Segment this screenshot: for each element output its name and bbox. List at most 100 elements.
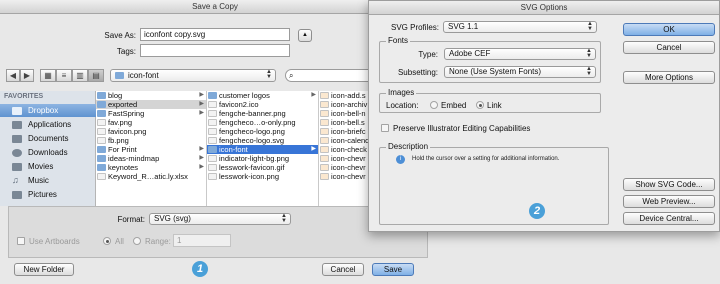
list-item[interactable]: keynotes ▶ bbox=[96, 163, 206, 172]
svg-file-icon bbox=[320, 101, 329, 108]
list-item[interactable]: fengcheco-logo.svg bbox=[207, 136, 318, 145]
forward-button[interactable]: ▶ bbox=[20, 69, 34, 82]
list-item[interactable]: indicator-light-bg.png bbox=[207, 154, 318, 163]
list-item[interactable]: ideas-mindmap ▶ bbox=[96, 154, 206, 163]
cancel-button[interactable]: Cancel bbox=[322, 263, 364, 276]
use-artboards-label: Use Artboards bbox=[29, 237, 80, 246]
file-icon bbox=[208, 155, 217, 162]
subsetting-value: None (Use System Fonts) bbox=[449, 67, 542, 76]
sidebar-item-applications[interactable]: Applications bbox=[0, 118, 96, 131]
web-preview-button[interactable]: Web Preview... bbox=[623, 195, 715, 208]
subsetting-popup[interactable]: None (Use System Fonts) ▲ ▼ bbox=[444, 66, 596, 78]
file-icon bbox=[208, 101, 217, 108]
sidebar-item-documents[interactable]: Documents bbox=[0, 132, 96, 145]
svg-profiles-value: SVG 1.1 bbox=[448, 22, 479, 31]
sidebar-item-movies[interactable]: Movies bbox=[0, 160, 96, 173]
new-folder-button[interactable]: New Folder bbox=[14, 263, 74, 276]
marker-badge-2: 2 bbox=[529, 203, 545, 219]
show-svg-code-button[interactable]: Show SVG Code... bbox=[623, 178, 715, 191]
location-label: icon-font bbox=[128, 71, 159, 80]
folder-icon bbox=[97, 110, 106, 117]
sidebar-header: FAVORITES bbox=[4, 93, 44, 100]
font-type-popup[interactable]: Adobe CEF ▲ ▼ bbox=[444, 48, 596, 60]
list-item[interactable]: fengcheco…o-only.png bbox=[207, 118, 318, 127]
sidebar-item-pictures[interactable]: Pictures bbox=[0, 188, 96, 201]
folder-icon bbox=[97, 155, 106, 162]
list-item[interactable]: Keyword_R…atic.ly.xlsx bbox=[96, 172, 206, 181]
preserve-editing-checkbox[interactable] bbox=[381, 124, 389, 132]
sidebar-item-label: Documents bbox=[28, 134, 69, 143]
chevron-right-icon: ▶ bbox=[199, 110, 204, 116]
back-button[interactable]: ◀ bbox=[6, 69, 20, 82]
font-type-value: Adobe CEF bbox=[449, 49, 491, 58]
save-as-field[interactable]: iconfont copy.svg bbox=[140, 28, 290, 41]
list-item[interactable]: lesswork-icon.png bbox=[207, 172, 318, 181]
list-item[interactable]: FastSpring ▶ bbox=[96, 109, 206, 118]
svg-profiles-popup[interactable]: SVG 1.1 ▲ ▼ bbox=[443, 21, 597, 33]
file-icon bbox=[208, 137, 217, 144]
location-label: Location: bbox=[386, 101, 419, 110]
list-item[interactable]: exported ▶ bbox=[96, 100, 206, 109]
images-group: Images Location: Embed Link bbox=[379, 88, 601, 113]
format-popup[interactable]: SVG (svg) ▲ ▼ bbox=[149, 213, 291, 225]
sidebar-item-downloads[interactable]: Downloads bbox=[0, 146, 96, 159]
expand-button[interactable]: ▲ bbox=[298, 29, 312, 42]
icon-view-button[interactable]: ▦ bbox=[40, 69, 56, 82]
more-options-button[interactable]: More Options bbox=[623, 71, 715, 84]
link-label: Link bbox=[487, 101, 502, 110]
svg-file-icon bbox=[320, 173, 329, 180]
all-radio[interactable] bbox=[103, 237, 111, 245]
embed-radio[interactable] bbox=[430, 101, 438, 109]
list-item[interactable]: lesswork-favicon.gif bbox=[207, 163, 318, 172]
folder-icon bbox=[115, 72, 124, 79]
sidebar-item-label: Pictures bbox=[28, 190, 57, 199]
svg-options-title: SVG Options bbox=[520, 3, 568, 12]
description-text: Hold the cursor over a setting for addit… bbox=[412, 156, 560, 162]
list-view-button[interactable]: ≡ bbox=[56, 69, 72, 82]
dropbox-icon bbox=[12, 107, 22, 115]
list-item[interactable]: customer logos ▶ bbox=[207, 91, 318, 100]
ok-button[interactable]: OK bbox=[623, 23, 715, 36]
sidebar-item-label: Dropbox bbox=[28, 106, 59, 115]
device-central-button[interactable]: Device Central... bbox=[623, 212, 715, 225]
use-artboards-checkbox[interactable] bbox=[17, 237, 25, 245]
sidebar-item-label: Applications bbox=[28, 120, 72, 129]
list-item[interactable]: fengcheco-logo.png bbox=[207, 127, 318, 136]
list-item[interactable]: fb.png bbox=[96, 136, 206, 145]
list-item[interactable]: For Print ▶ bbox=[96, 145, 206, 154]
range-radio[interactable] bbox=[133, 237, 141, 245]
range-field[interactable]: 1 bbox=[173, 234, 231, 247]
list-item[interactable]: icon-font ▶ bbox=[207, 145, 318, 154]
tags-field[interactable] bbox=[140, 44, 290, 57]
sidebar-item-music[interactable]: ♫ Music bbox=[0, 174, 96, 187]
location-popup[interactable]: icon-font ▲ ▼ bbox=[110, 69, 276, 82]
svg-file-icon bbox=[320, 92, 329, 99]
back-icon: ◀ bbox=[9, 71, 17, 80]
triangle-up-icon: ▲ bbox=[302, 32, 308, 38]
svg-options-titlebar: SVG Options bbox=[369, 1, 719, 15]
type-label: Type: bbox=[418, 50, 438, 59]
chevron-right-icon: ▶ bbox=[311, 146, 316, 152]
list-item[interactable]: favicon2.ico bbox=[207, 100, 318, 109]
applications-icon bbox=[12, 121, 22, 129]
file-icon bbox=[208, 110, 217, 117]
description-group: Description i Hold the cursor over a set… bbox=[379, 142, 609, 225]
coverflow-view-button[interactable]: ▤ bbox=[88, 69, 104, 82]
save-button[interactable]: Save bbox=[372, 263, 414, 276]
sidebar-item-label: Movies bbox=[28, 162, 54, 171]
svg-file-icon bbox=[320, 128, 329, 135]
images-group-label: Images bbox=[386, 88, 417, 97]
sidebar-item-dropbox[interactable]: Dropbox bbox=[0, 104, 96, 117]
chevron-right-icon: ▶ bbox=[199, 164, 204, 170]
list-item[interactable]: fav.png bbox=[96, 118, 206, 127]
save-as-label: Save As: bbox=[104, 31, 136, 40]
link-radio[interactable] bbox=[476, 101, 484, 109]
preserve-editing-label: Preserve Illustrator Editing Capabilitie… bbox=[393, 124, 531, 133]
list-item[interactable]: blog ▶ bbox=[96, 91, 206, 100]
svg-profiles-label: SVG Profiles: bbox=[390, 23, 439, 32]
cancel-button[interactable]: Cancel bbox=[623, 41, 715, 54]
list-item[interactable]: favicon.png bbox=[96, 127, 206, 136]
column-view-button[interactable]: ▥ bbox=[72, 69, 88, 82]
list-item[interactable]: fengche-banner.png bbox=[207, 109, 318, 118]
list-icon: ≡ bbox=[61, 71, 67, 80]
